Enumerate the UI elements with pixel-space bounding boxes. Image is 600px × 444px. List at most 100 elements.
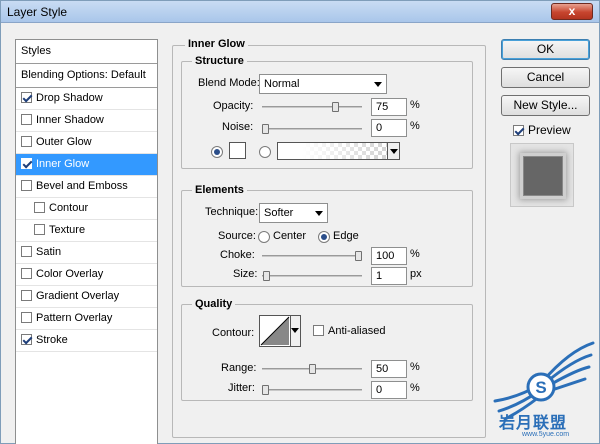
noise-slider[interactable] — [262, 124, 362, 134]
style-item-gradient-overlay[interactable]: Gradient Overlay — [16, 286, 157, 308]
technique-value: Softer — [264, 207, 294, 219]
jitter-slider-thumb[interactable] — [262, 385, 269, 395]
styles-header[interactable]: Styles — [16, 40, 157, 64]
style-item-texture[interactable]: Texture — [16, 220, 157, 242]
style-item-pattern-overlay[interactable]: Pattern Overlay — [16, 308, 157, 330]
size-slider-thumb[interactable] — [262, 271, 270, 281]
preview-thumbnail — [510, 143, 574, 207]
blend-mode-value: Normal — [264, 78, 300, 90]
style-item-label: Outer Glow — [36, 136, 92, 148]
style-item-label: Stroke — [36, 334, 68, 346]
gradient-picker[interactable] — [277, 142, 400, 160]
jitter-slider[interactable] — [262, 385, 362, 395]
jitter-label: Jitter: — [228, 382, 255, 394]
style-item-label: Inner Shadow — [36, 114, 104, 126]
glow-color-swatch[interactable] — [229, 142, 246, 159]
range-label: Range: — [221, 362, 257, 374]
jitter-field[interactable]: 0 — [371, 381, 407, 399]
range-slider-thumb[interactable] — [308, 364, 316, 374]
watermark-text: 岩月联盟 — [499, 415, 568, 432]
source-edge-radio[interactable] — [318, 231, 330, 243]
chevron-down-icon — [291, 328, 299, 333]
chevron-down-icon — [374, 82, 382, 87]
choke-slider-thumb[interactable] — [355, 251, 362, 261]
style-item-label: Bevel and Emboss — [36, 180, 128, 192]
style-item-checkbox[interactable] — [34, 202, 45, 213]
style-item-outer-glow[interactable]: Outer Glow — [16, 132, 157, 154]
new-style-button[interactable]: New Style... — [501, 95, 590, 116]
style-item-drop-shadow[interactable]: Drop Shadow — [16, 88, 157, 110]
style-item-inner-shadow[interactable]: Inner Shadow — [16, 110, 157, 132]
range-slider[interactable] — [262, 364, 362, 374]
choke-field[interactable]: 100 — [371, 247, 407, 265]
gradient-dropdown-button[interactable] — [387, 143, 399, 159]
choke-unit: % — [410, 248, 420, 260]
noise-field[interactable]: 0 — [371, 119, 407, 137]
jitter-unit: % — [410, 382, 420, 394]
anti-aliased-checkbox[interactable] — [313, 325, 324, 336]
ok-button[interactable]: OK — [501, 39, 590, 60]
style-item-checkbox[interactable] — [21, 312, 32, 323]
style-item-bevel-and-emboss[interactable]: Bevel and Emboss — [16, 176, 157, 198]
contour-label: Contour: — [212, 327, 255, 339]
solid-color-radio[interactable] — [211, 146, 223, 158]
style-item-checkbox[interactable] — [21, 92, 32, 103]
size-field[interactable]: 1 — [371, 267, 407, 285]
style-item-checkbox[interactable] — [21, 290, 32, 301]
style-item-inner-glow[interactable]: Inner Glow — [16, 154, 157, 176]
style-item-checkbox[interactable] — [21, 246, 32, 257]
range-field[interactable]: 50 — [371, 360, 407, 378]
style-item-color-overlay[interactable]: Color Overlay — [16, 264, 157, 286]
style-item-checkbox[interactable] — [21, 158, 32, 169]
preview-checkbox[interactable] — [513, 125, 524, 136]
title-bar[interactable]: Layer Style x — [1, 1, 599, 23]
opacity-slider[interactable] — [262, 102, 362, 112]
size-label: Size: — [233, 268, 258, 280]
chevron-down-icon — [390, 149, 398, 154]
style-item-checkbox[interactable] — [21, 268, 32, 279]
structure-group: Structure Blend Mode: Normal Opacity: 75… — [181, 55, 473, 169]
cancel-button[interactable]: Cancel — [501, 67, 590, 88]
blending-options-item[interactable]: Blending Options: Default — [16, 64, 157, 88]
style-item-label: Drop Shadow — [36, 92, 103, 104]
choke-label: Choke: — [220, 249, 255, 261]
source-edge-label[interactable]: Edge — [333, 230, 359, 242]
window-title: Layer Style — [7, 5, 68, 19]
chevron-down-icon — [315, 211, 323, 216]
source-center-radio[interactable] — [258, 231, 270, 243]
quality-legend: Quality — [192, 298, 236, 310]
style-item-satin[interactable]: Satin — [16, 242, 157, 264]
style-item-checkbox[interactable] — [34, 224, 45, 235]
size-slider[interactable] — [262, 271, 362, 281]
style-item-label: Pattern Overlay — [36, 312, 113, 324]
elements-group: Elements Technique: Softer Source: Cente… — [181, 184, 473, 287]
style-item-checkbox[interactable] — [21, 114, 32, 125]
opacity-label: Opacity: — [213, 100, 254, 112]
close-button[interactable]: x — [551, 3, 593, 20]
technique-label: Technique: — [205, 206, 259, 218]
preview-toggle[interactable]: Preview — [513, 123, 571, 137]
layer-style-window: Layer Style x Styles Blending Options: D… — [0, 0, 600, 444]
noise-label: Noise: — [222, 121, 254, 133]
gradient-radio[interactable] — [259, 146, 271, 158]
noise-slider-thumb[interactable] — [262, 124, 269, 134]
style-item-checkbox[interactable] — [21, 334, 32, 345]
preview-swatch — [523, 156, 563, 196]
style-item-checkbox[interactable] — [21, 180, 32, 191]
choke-slider[interactable] — [262, 251, 362, 261]
style-item-stroke[interactable]: Stroke — [16, 330, 157, 352]
style-item-label: Satin — [36, 246, 62, 258]
anti-aliased-toggle[interactable]: Anti-aliased — [313, 325, 385, 337]
opacity-slider-thumb[interactable] — [331, 102, 339, 112]
contour-picker[interactable] — [259, 315, 301, 347]
technique-select[interactable]: Softer — [259, 203, 328, 223]
preview-label: Preview — [528, 123, 571, 137]
opacity-field[interactable]: 75 — [371, 98, 407, 116]
size-unit: px — [410, 268, 422, 280]
style-item-contour[interactable]: Contour — [16, 198, 157, 220]
source-center-label[interactable]: Center — [273, 230, 306, 242]
blend-mode-select[interactable]: Normal — [259, 74, 387, 94]
style-item-label: Texture — [49, 224, 86, 236]
style-item-checkbox[interactable] — [21, 136, 32, 147]
contour-dropdown-button[interactable] — [290, 316, 300, 346]
